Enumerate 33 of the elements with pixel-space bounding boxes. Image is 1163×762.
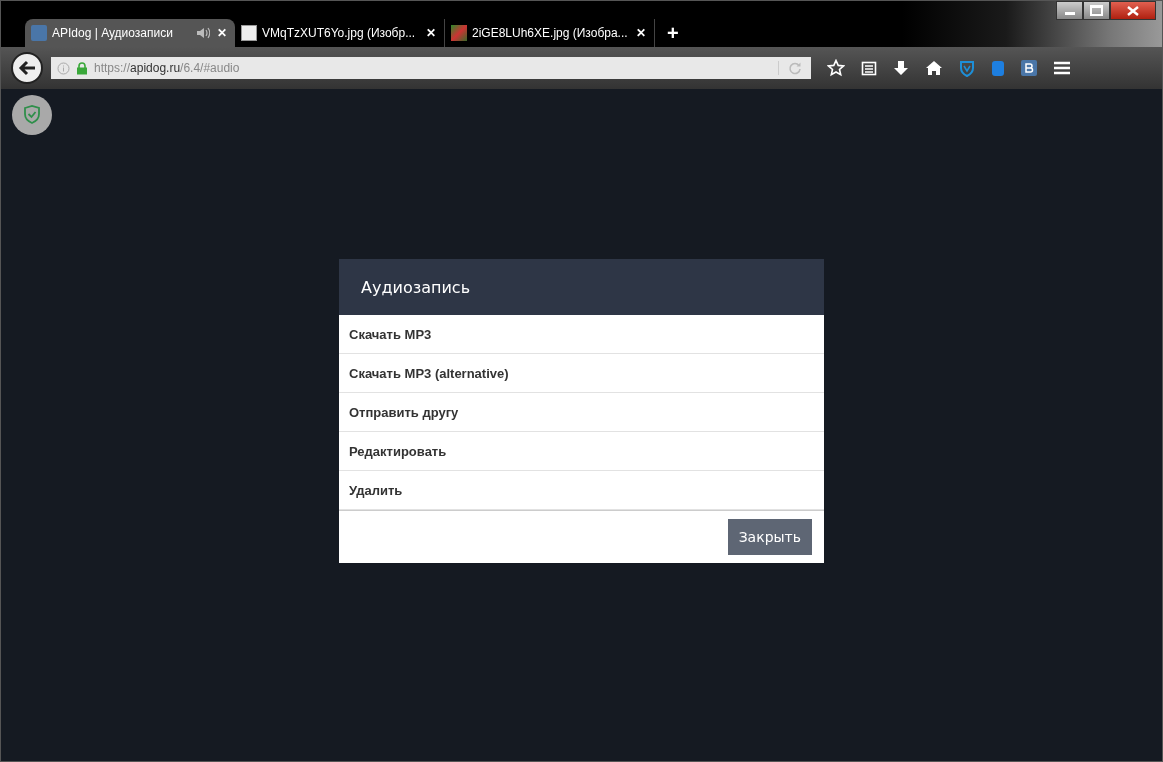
shield-icon[interactable]: [959, 59, 975, 77]
tab-close-button[interactable]: ✕: [634, 26, 648, 40]
favicon-icon: [451, 25, 467, 41]
home-icon[interactable]: [925, 60, 943, 76]
favicon-icon: [31, 25, 47, 41]
close-button[interactable]: [1110, 1, 1156, 20]
menu-icon[interactable]: [1053, 60, 1071, 76]
tab-close-button[interactable]: ✕: [424, 26, 438, 40]
shield-check-icon[interactable]: [12, 95, 52, 135]
star-icon[interactable]: [827, 59, 845, 77]
vk-icon[interactable]: [1021, 60, 1037, 76]
menu-item[interactable]: Редактировать: [339, 432, 824, 471]
tab-title: APIdog | Аудиозаписи: [52, 26, 174, 40]
tab-title: VMqTzXUT6Yo.jpg (Изобр...: [262, 26, 417, 40]
close-dialog-button[interactable]: Закрыть: [727, 519, 812, 555]
back-arrow-icon: [18, 60, 36, 76]
close-icon: [1127, 5, 1139, 16]
dialog-title: Аудиозапись: [361, 277, 471, 297]
menu-item[interactable]: Удалить: [339, 471, 824, 510]
download-icon[interactable]: [893, 59, 909, 77]
database-icon[interactable]: [991, 59, 1005, 77]
new-tab-button[interactable]: +: [655, 19, 691, 47]
tab-title: 2iGE8LUh6XE.jpg (Изобра...: [472, 26, 629, 40]
back-button[interactable]: [11, 52, 43, 84]
menu-item[interactable]: Скачать MP3: [339, 315, 824, 354]
list-icon[interactable]: [861, 60, 877, 76]
favicon-icon: [241, 25, 257, 41]
minimize-button[interactable]: [1056, 1, 1083, 20]
browser-tab[interactable]: APIdog | Аудиозаписи ✕: [25, 19, 235, 47]
tab-close-button[interactable]: ✕: [215, 26, 229, 40]
menu-item[interactable]: Скачать MP3 (alternative): [339, 354, 824, 393]
menu-item[interactable]: Отправить другу: [339, 393, 824, 432]
maximize-button[interactable]: [1083, 1, 1110, 20]
